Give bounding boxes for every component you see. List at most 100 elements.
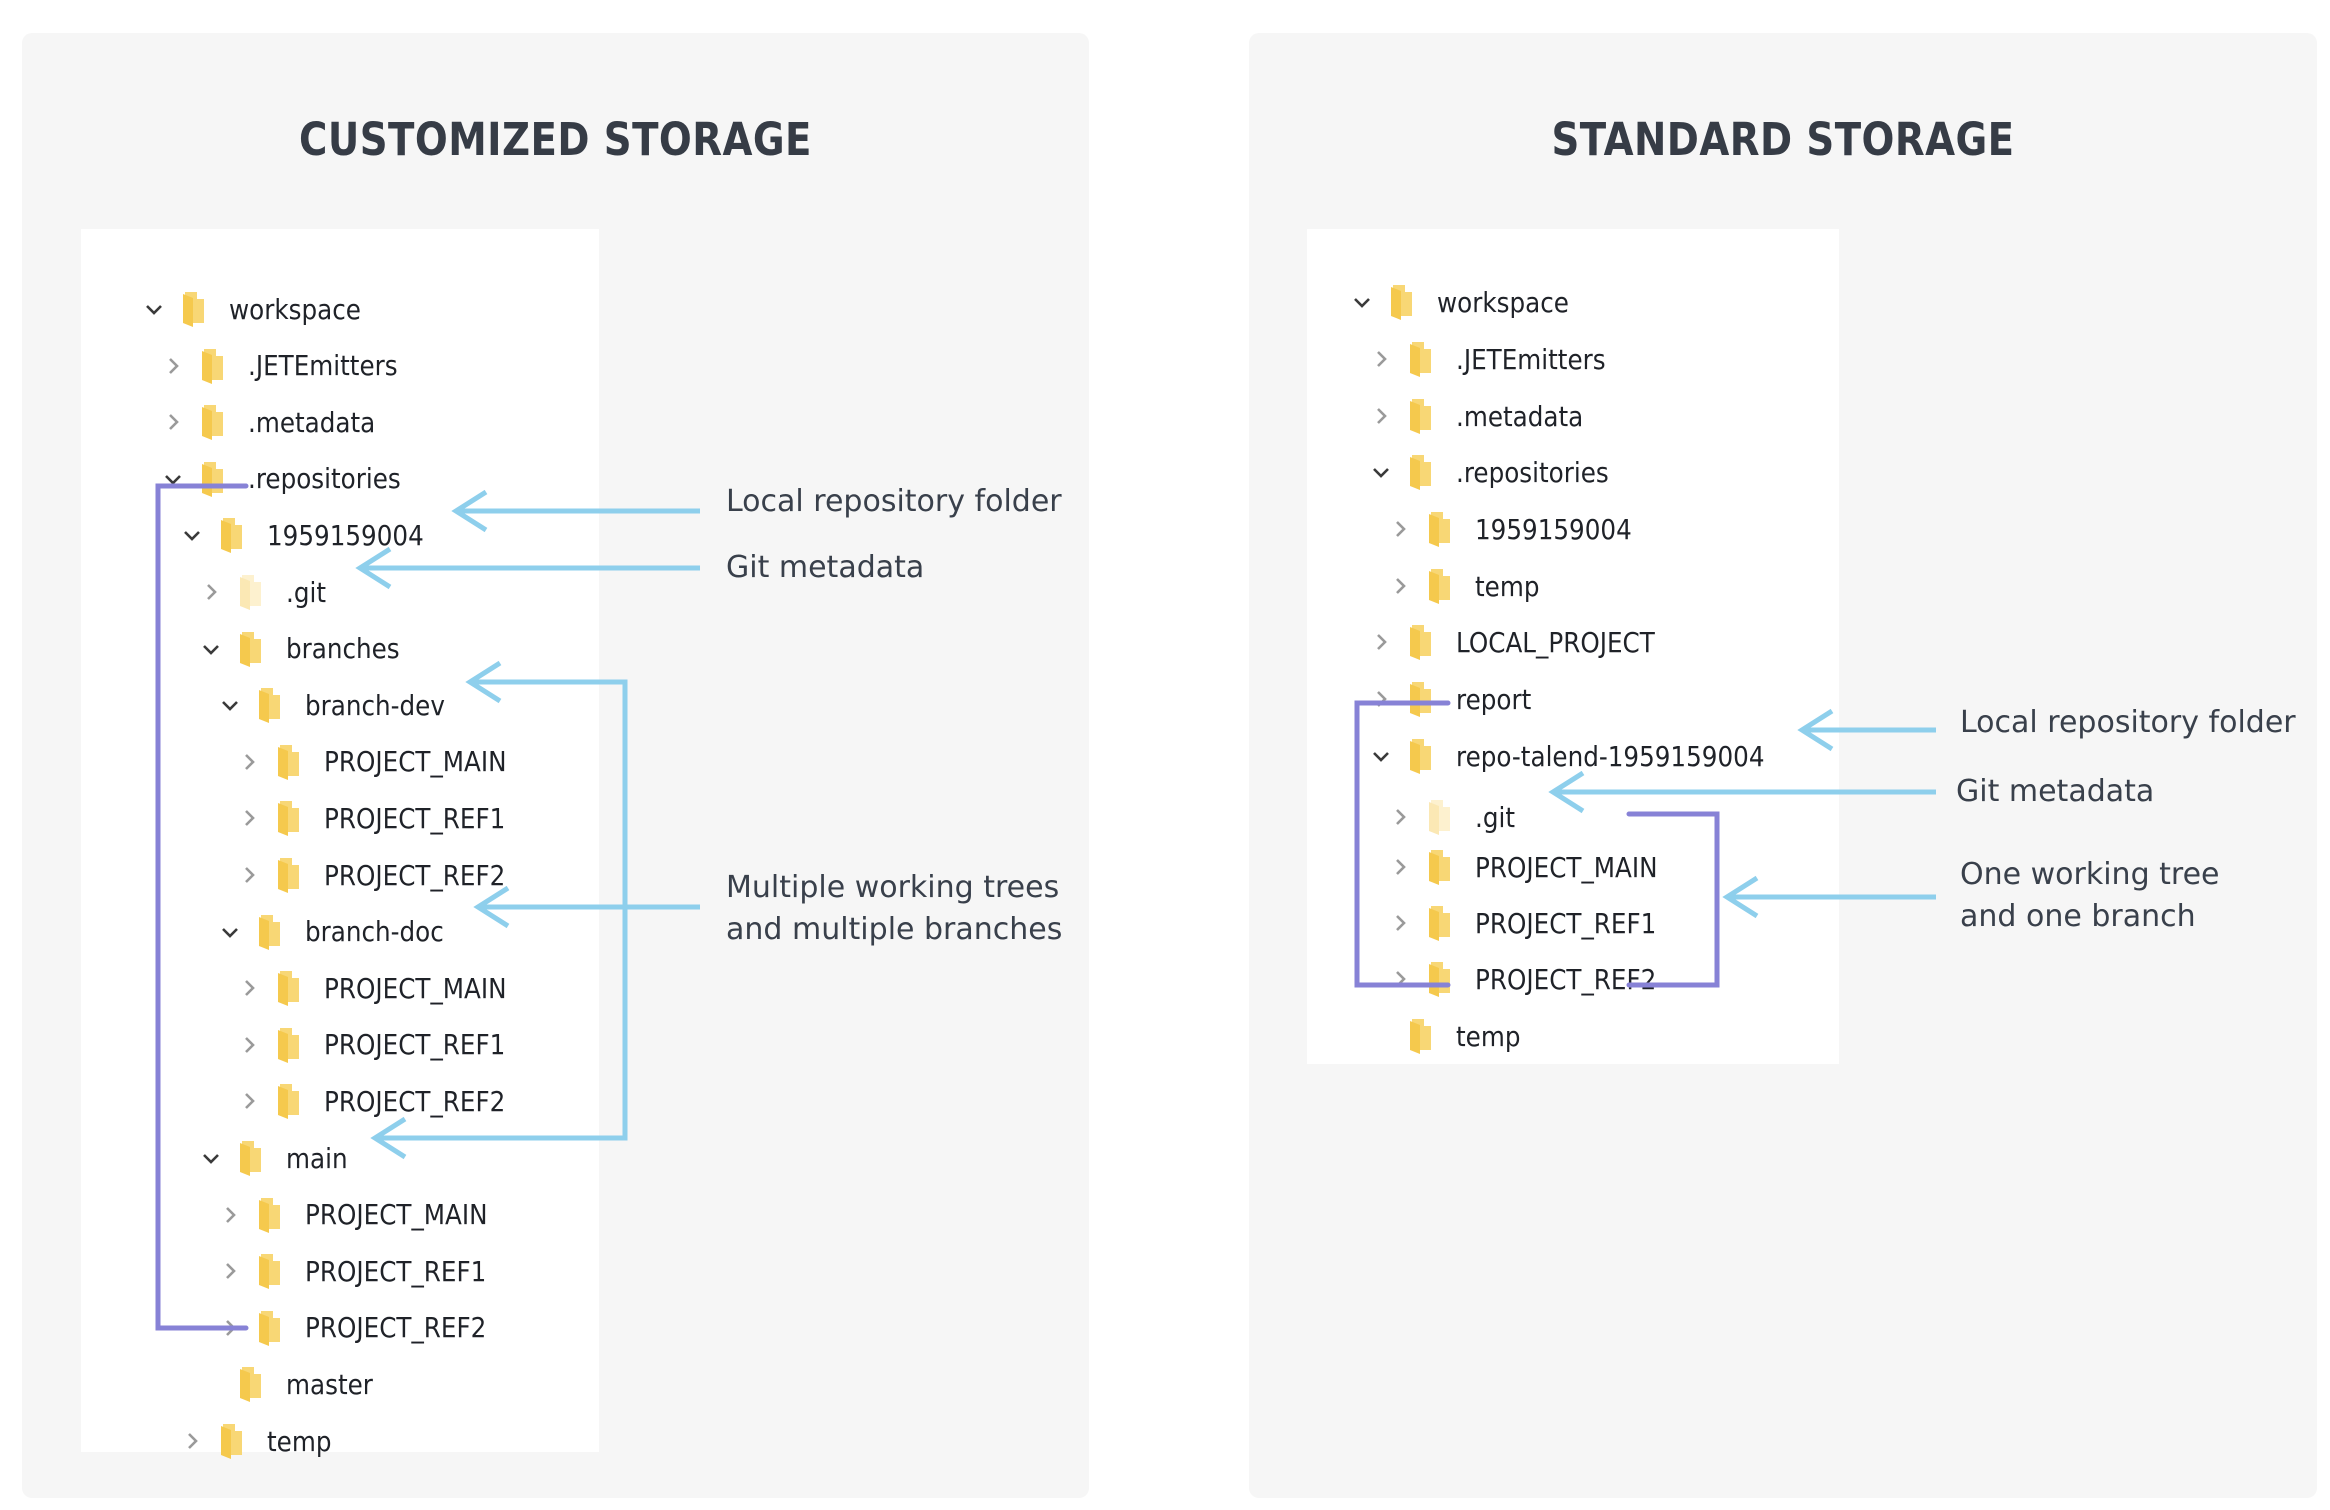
folder-icon [238,629,264,669]
chevron-down-icon[interactable] [1368,459,1394,485]
chevron-down-icon[interactable] [1368,743,1394,769]
tree-item-label: branch-doc [305,915,444,949]
tree-item-label: branches [286,632,400,666]
annotation-multiple-trees-line2: and multiple branches [726,912,1063,947]
tree-item-label: PROJECT_REF1 [324,1028,506,1062]
chevron-right-icon[interactable] [1387,854,1413,880]
chevron-right-icon[interactable] [236,975,262,1001]
chevron-right-icon[interactable] [236,749,262,775]
tree-item[interactable]: master [198,1356,385,1412]
annotation-git-metadata-left: Git metadata [726,550,925,585]
tree-item[interactable]: .JETEmitters [1368,331,1626,387]
chevron-right-icon[interactable] [1387,910,1413,936]
tree-item[interactable]: report [1368,671,1542,727]
tree-item[interactable]: PROJECT_REF2 [1387,951,1681,1007]
chevron-right-icon[interactable] [198,579,224,605]
chevron-right-icon[interactable] [1387,573,1413,599]
folder-icon [1427,847,1453,887]
chevron-right-icon[interactable] [236,862,262,888]
tree-item[interactable]: .repositories [1368,444,1630,500]
tree-item[interactable]: .git [198,564,331,620]
tree-item-label: PROJECT_REF2 [305,1311,487,1345]
tree-item[interactable]: PROJECT_REF1 [236,1017,530,1073]
chevron-down-icon[interactable] [141,296,167,322]
tree-item-label: PROJECT_MAIN [1475,850,1658,884]
chevron-right-icon[interactable] [217,1202,243,1228]
chevron-right-icon[interactable] [1387,516,1413,542]
tree-item[interactable]: PROJECT_REF2 [236,847,530,903]
tree-item[interactable]: branch-dev [217,677,464,733]
chevron-down-icon[interactable] [217,692,243,718]
folder-icon [1408,622,1434,662]
tree-item[interactable]: branch-doc [217,904,463,960]
tree-item[interactable]: .git [1387,789,1520,845]
tree-item-label: .git [1475,800,1515,834]
tree-item[interactable]: branches [198,621,415,677]
tree-item-label: repo-talend-1959159004 [1456,739,1765,773]
folder-icon [238,1138,264,1178]
annotation-local-repo-left: Local repository folder [726,484,1062,519]
tree-item[interactable]: 1959159004 [179,507,445,563]
chevron-right-icon[interactable] [217,1258,243,1284]
folder-icon [276,1025,302,1065]
standard-storage-panel: STANDARD STORAGE workspace .JETEmitters .m… [1249,33,2317,1498]
tree-item[interactable]: workspace [1349,274,1587,330]
folder-icon [1427,509,1453,549]
tree-item-label: 1959159004 [267,518,424,552]
tree-item[interactable]: PROJECT_MAIN [1387,839,1683,895]
tree-item[interactable]: temp [1387,558,1548,614]
folder-icon [276,1081,302,1121]
tree-item[interactable]: PROJECT_REF2 [217,1300,511,1356]
tree-item[interactable]: PROJECT_REF1 [1387,895,1681,951]
chevron-down-icon[interactable] [1349,289,1375,315]
tree-item[interactable]: PROJECT_REF1 [236,790,530,846]
standard-storage-title: STANDARD STORAGE [1551,113,2015,166]
chevron-down-icon[interactable] [198,1145,224,1171]
tree-item-label: PROJECT_REF2 [324,858,506,892]
tree-item[interactable]: .metadata [160,394,393,450]
tree-item[interactable]: PROJECT_REF1 [217,1243,511,1299]
chevron-down-icon[interactable] [160,466,186,492]
chevron-down-icon[interactable] [179,522,205,548]
tree-item[interactable]: PROJECT_MAIN [217,1187,513,1243]
tree-item[interactable]: PROJECT_MAIN [236,734,532,790]
chevron-right-icon[interactable] [236,805,262,831]
tree-item[interactable]: 1959159004 [1387,501,1653,557]
chevron-right-icon[interactable] [160,409,186,435]
chevron-right-icon[interactable] [1368,686,1394,712]
tree-item[interactable]: PROJECT_REF2 [236,1073,530,1129]
tree-item[interactable]: main [198,1130,356,1186]
customized-storage-panel: CUSTOMIZED STORAGE workspace .JETEmitters… [22,33,1089,1498]
chevron-right-icon[interactable] [217,1315,243,1341]
tree-item[interactable]: .metadata [1368,388,1601,444]
folder-icon [257,1195,283,1235]
tree-item[interactable]: .repositories [160,451,422,507]
tree-item-label: PROJECT_REF1 [1475,906,1657,940]
chevron-down-icon[interactable] [217,919,243,945]
tree-item[interactable]: .JETEmitters [160,338,418,394]
tree-item[interactable]: temp [179,1413,340,1469]
chevron-right-icon[interactable] [1368,346,1394,372]
chevron-right-icon[interactable] [236,1088,262,1114]
chevron-right-icon[interactable] [160,353,186,379]
tree-item-label: PROJECT_REF1 [324,801,506,835]
chevron-right-icon[interactable] [1368,629,1394,655]
chevron-right-icon[interactable] [1387,966,1413,992]
tree-item-label: workspace [1437,285,1569,319]
tree-item[interactable]: temp [1368,1008,1529,1064]
chevron-right-icon[interactable] [179,1428,205,1454]
tree-item[interactable]: LOCAL_PROJECT [1368,614,1682,670]
tree-item-label: .JETEmitters [1456,342,1606,376]
tree-item-label: PROJECT_MAIN [324,971,507,1005]
tree-item[interactable]: workspace [141,281,379,337]
folder-icon [276,968,302,1008]
tree-item[interactable]: PROJECT_MAIN [236,960,532,1016]
folder-icon [257,1251,283,1291]
tree-item[interactable]: repo-talend-1959159004 [1368,728,1807,784]
chevron-right-icon[interactable] [1368,403,1394,429]
folder-icon [219,1421,245,1461]
folder-icon [238,572,264,612]
chevron-right-icon[interactable] [236,1032,262,1058]
chevron-right-icon[interactable] [1387,804,1413,830]
chevron-down-icon[interactable] [198,636,224,662]
